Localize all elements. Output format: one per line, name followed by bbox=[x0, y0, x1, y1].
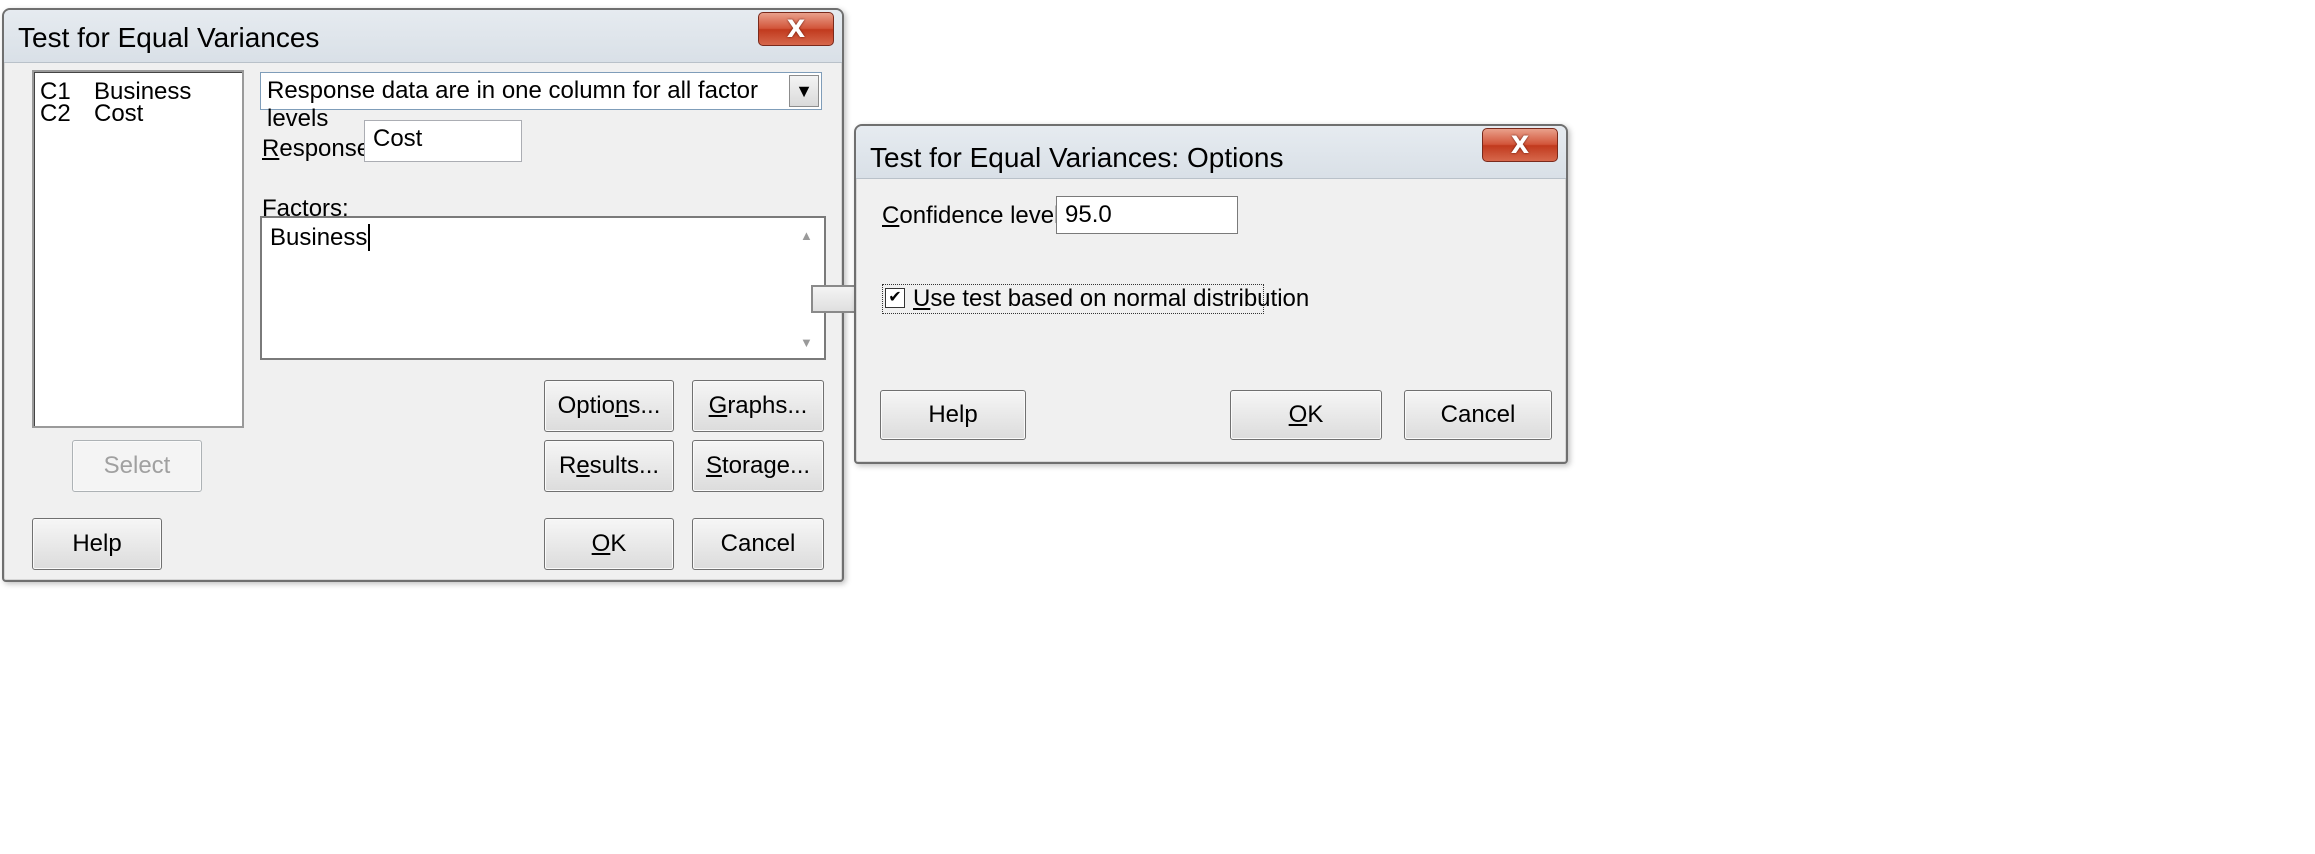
column-name: Cost bbox=[94, 100, 144, 127]
response-label: Response: bbox=[262, 135, 377, 162]
list-item[interactable]: C2 Cost bbox=[40, 100, 143, 128]
options-dialog-title: Test for Equal Variances: Options bbox=[870, 142, 1284, 173]
data-layout-dropdown[interactable]: Response data are in one column for all … bbox=[260, 72, 822, 132]
help-button[interactable]: Help bbox=[32, 518, 162, 570]
close-button[interactable]: X bbox=[758, 12, 834, 46]
dialog-title: Test for Equal Variances bbox=[18, 22, 320, 53]
factors-field[interactable]: Business ▲ ▼ bbox=[260, 216, 826, 360]
checkmark-icon: ✔ bbox=[888, 289, 902, 306]
chevron-down-icon: ▼ bbox=[795, 80, 813, 101]
graphs-button[interactable]: Graphs... bbox=[692, 380, 824, 432]
normal-distribution-label: Use test based on normal distribution bbox=[913, 285, 1310, 312]
checkbox-box[interactable]: ✔ bbox=[885, 288, 905, 308]
close-icon: X bbox=[1510, 131, 1530, 159]
normal-distribution-checkbox[interactable]: ✔ Use test based on normal distribution bbox=[882, 284, 1309, 314]
response-field[interactable]: Cost bbox=[364, 120, 522, 162]
cancel-button[interactable]: Cancel bbox=[692, 518, 824, 570]
confidence-level-field[interactable]: 95.0 bbox=[1056, 196, 1238, 234]
column-id: C2 bbox=[40, 100, 71, 127]
options-close-button[interactable]: X bbox=[1482, 128, 1558, 162]
results-button[interactable]: Results... bbox=[544, 440, 674, 492]
close-icon: X bbox=[786, 15, 806, 43]
dropdown-arrow-button[interactable]: ▼ bbox=[789, 75, 819, 107]
variables-list[interactable]: C1 Business C2 Cost bbox=[32, 70, 244, 428]
dialog-titlebar: Test for Equal Variances X bbox=[4, 10, 842, 63]
options-button[interactable]: Options... bbox=[544, 380, 674, 432]
options-ok-button[interactable]: OK bbox=[1230, 390, 1382, 440]
select-button: Select bbox=[72, 440, 202, 492]
test-equal-variances-dialog: Test for Equal Variances X C1 Business C… bbox=[2, 8, 844, 582]
ok-button[interactable]: OK bbox=[544, 518, 674, 570]
scroll-down-icon[interactable]: ▼ bbox=[800, 335, 813, 350]
options-dialog: Test for Equal Variances: Options X Conf… bbox=[854, 124, 1568, 464]
options-titlebar: Test for Equal Variances: Options X bbox=[856, 126, 1566, 179]
scroll-up-icon[interactable]: ▲ bbox=[800, 228, 813, 243]
text-cursor bbox=[368, 224, 371, 251]
confidence-level-label: Confidence level: bbox=[882, 202, 1067, 229]
storage-button[interactable]: Storage... bbox=[692, 440, 824, 492]
options-help-button[interactable]: Help bbox=[880, 390, 1026, 440]
options-cancel-button[interactable]: Cancel bbox=[1404, 390, 1552, 440]
